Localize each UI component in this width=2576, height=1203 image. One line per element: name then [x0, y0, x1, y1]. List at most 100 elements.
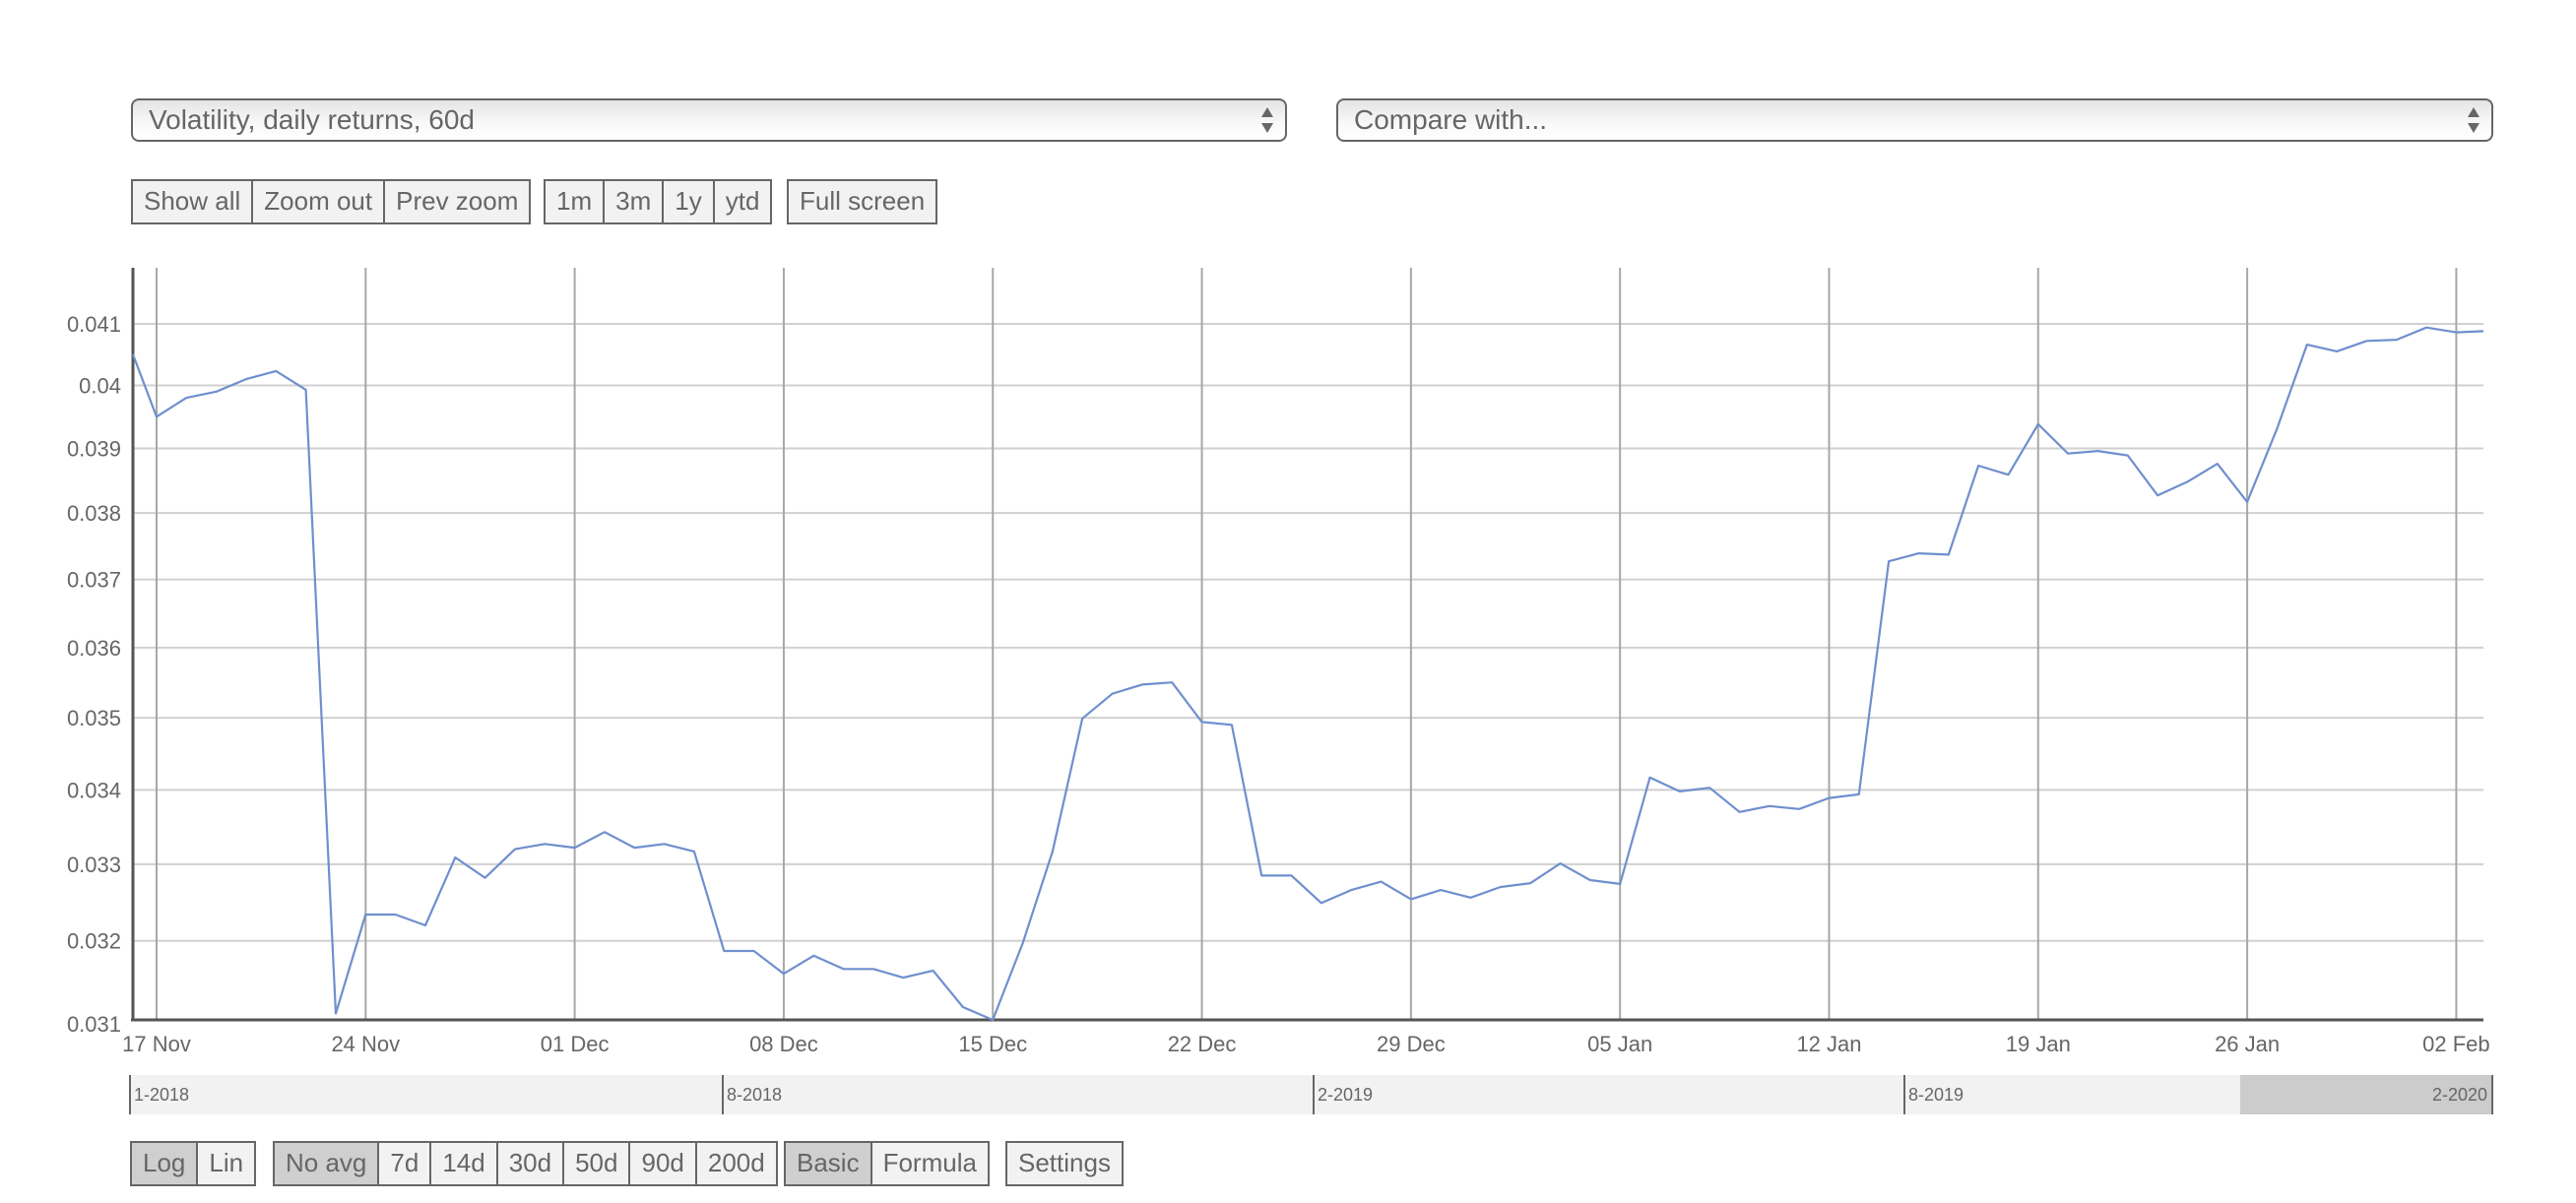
data-point[interactable] [2453, 330, 2459, 336]
avg-90d-button[interactable]: 90d [628, 1143, 695, 1184]
data-point[interactable] [1946, 551, 1952, 557]
data-point[interactable] [1677, 789, 1683, 794]
data-point[interactable] [1915, 550, 1921, 556]
data-point[interactable] [870, 966, 876, 972]
data-point[interactable] [1796, 806, 1802, 812]
volatility-chart[interactable]: 0.031 0.032 0.033 0.034 0.035 0.036 0.037 0.038… [0, 0, 2576, 1073]
navigator-selection-label: 2-2020 [2431, 1085, 2487, 1105]
data-point[interactable] [1767, 803, 1772, 809]
data-point[interactable] [1498, 884, 1504, 890]
data-point[interactable] [2394, 337, 2400, 343]
data-point[interactable] [1707, 785, 1712, 791]
data-point[interactable] [2334, 348, 2340, 354]
data-point[interactable] [1647, 775, 1653, 781]
data-point[interactable] [2035, 421, 2041, 427]
navigator[interactable]: 2-2020 1-2018 8-2018 2-2019 8-2019 [129, 1075, 2493, 1114]
data-point[interactable] [1975, 463, 1981, 469]
data-point[interactable] [841, 966, 847, 972]
data-point[interactable] [1617, 881, 1623, 887]
data-point[interactable] [2274, 425, 2280, 431]
data-point[interactable] [1468, 895, 1474, 901]
data-point[interactable] [2155, 492, 2160, 498]
data-point[interactable] [1199, 719, 1205, 725]
data-point[interactable] [2125, 453, 2131, 459]
data-point[interactable] [2215, 461, 2221, 467]
avg-14d-button[interactable]: 14d [429, 1143, 496, 1184]
avg-50d-button[interactable]: 50d [562, 1143, 629, 1184]
data-point[interactable] [751, 948, 757, 954]
data-point[interactable] [452, 855, 458, 860]
data-point[interactable] [303, 387, 309, 393]
data-point[interactable] [1527, 880, 1533, 886]
data-point[interactable] [1289, 872, 1295, 878]
data-point[interactable] [2304, 342, 2310, 348]
data-point[interactable] [572, 845, 578, 851]
data-point[interactable] [2363, 338, 2369, 344]
data-point[interactable] [333, 1010, 339, 1016]
data-point[interactable] [154, 413, 160, 419]
data-point[interactable] [1587, 877, 1593, 883]
data-point[interactable] [1169, 679, 1175, 685]
data-point[interactable] [1050, 849, 1056, 855]
avg-200d-button[interactable]: 200d [694, 1143, 776, 1184]
basic-mode-button[interactable]: Basic [786, 1143, 870, 1184]
data-point[interactable] [691, 849, 697, 855]
data-point[interactable] [2423, 325, 2429, 331]
data-point[interactable] [273, 368, 279, 374]
data-point[interactable] [1736, 809, 1742, 815]
y-tick-label: 0.041 [67, 312, 121, 337]
navigator-selection[interactable]: 2-2020 [2240, 1075, 2493, 1114]
data-point[interactable] [1826, 795, 1832, 801]
data-point[interactable] [1079, 716, 1085, 722]
formula-mode-button[interactable]: Formula [869, 1143, 988, 1184]
data-point[interactable] [1139, 681, 1145, 687]
data-point[interactable] [1408, 896, 1414, 902]
data-point[interactable] [931, 968, 936, 974]
data-point[interactable] [900, 975, 906, 981]
data-point[interactable] [1886, 558, 1892, 564]
avg-30d-button[interactable]: 30d [495, 1143, 563, 1184]
data-point[interactable] [1558, 860, 1564, 866]
data-point[interactable] [2005, 472, 2011, 477]
data-point[interactable] [362, 912, 368, 918]
data-point[interactable] [130, 351, 136, 357]
data-point[interactable] [183, 395, 189, 401]
data-point[interactable] [2094, 448, 2100, 454]
no-avg-button[interactable]: No avg [275, 1143, 378, 1184]
data-point[interactable] [2184, 478, 2190, 484]
data-point[interactable] [631, 845, 637, 851]
y-tick-label: 0.031 [67, 1012, 121, 1037]
data-point[interactable] [1319, 900, 1324, 906]
data-point[interactable] [1856, 791, 1862, 797]
data-point[interactable] [781, 971, 787, 977]
data-point[interactable] [422, 922, 428, 928]
data-point[interactable] [1348, 887, 1354, 893]
data-point[interactable] [393, 912, 399, 918]
data-point[interactable] [662, 841, 668, 847]
log-scale-button[interactable]: Log [132, 1143, 197, 1184]
y-axis-labels: 0.031 0.032 0.033 0.034 0.035 0.036 0.037 0.038… [67, 312, 121, 1037]
data-point[interactable] [2065, 451, 2071, 457]
data-point[interactable] [1110, 691, 1116, 697]
settings-button[interactable]: Settings [1007, 1143, 1122, 1184]
data-point[interactable] [810, 953, 816, 959]
data-point[interactable] [2244, 499, 2250, 505]
data-point[interactable] [2480, 328, 2486, 334]
avg-7d-button[interactable]: 7d [377, 1143, 430, 1184]
data-point[interactable] [990, 1017, 996, 1023]
data-point[interactable] [542, 841, 547, 847]
data-point[interactable] [960, 1004, 966, 1010]
data-point[interactable] [1229, 722, 1235, 728]
data-point[interactable] [483, 875, 488, 881]
data-point[interactable] [1438, 887, 1444, 893]
data-point[interactable] [1379, 879, 1385, 885]
data-point[interactable] [243, 376, 249, 382]
lin-scale-button[interactable]: Lin [196, 1143, 255, 1184]
data-point[interactable] [512, 847, 518, 853]
data-point[interactable] [602, 829, 608, 835]
data-point[interactable] [1020, 940, 1026, 946]
data-point[interactable] [721, 948, 727, 954]
data-point[interactable] [1258, 872, 1264, 878]
data-point[interactable] [214, 389, 220, 395]
x-tick-label: 17 Nov [122, 1032, 191, 1056]
